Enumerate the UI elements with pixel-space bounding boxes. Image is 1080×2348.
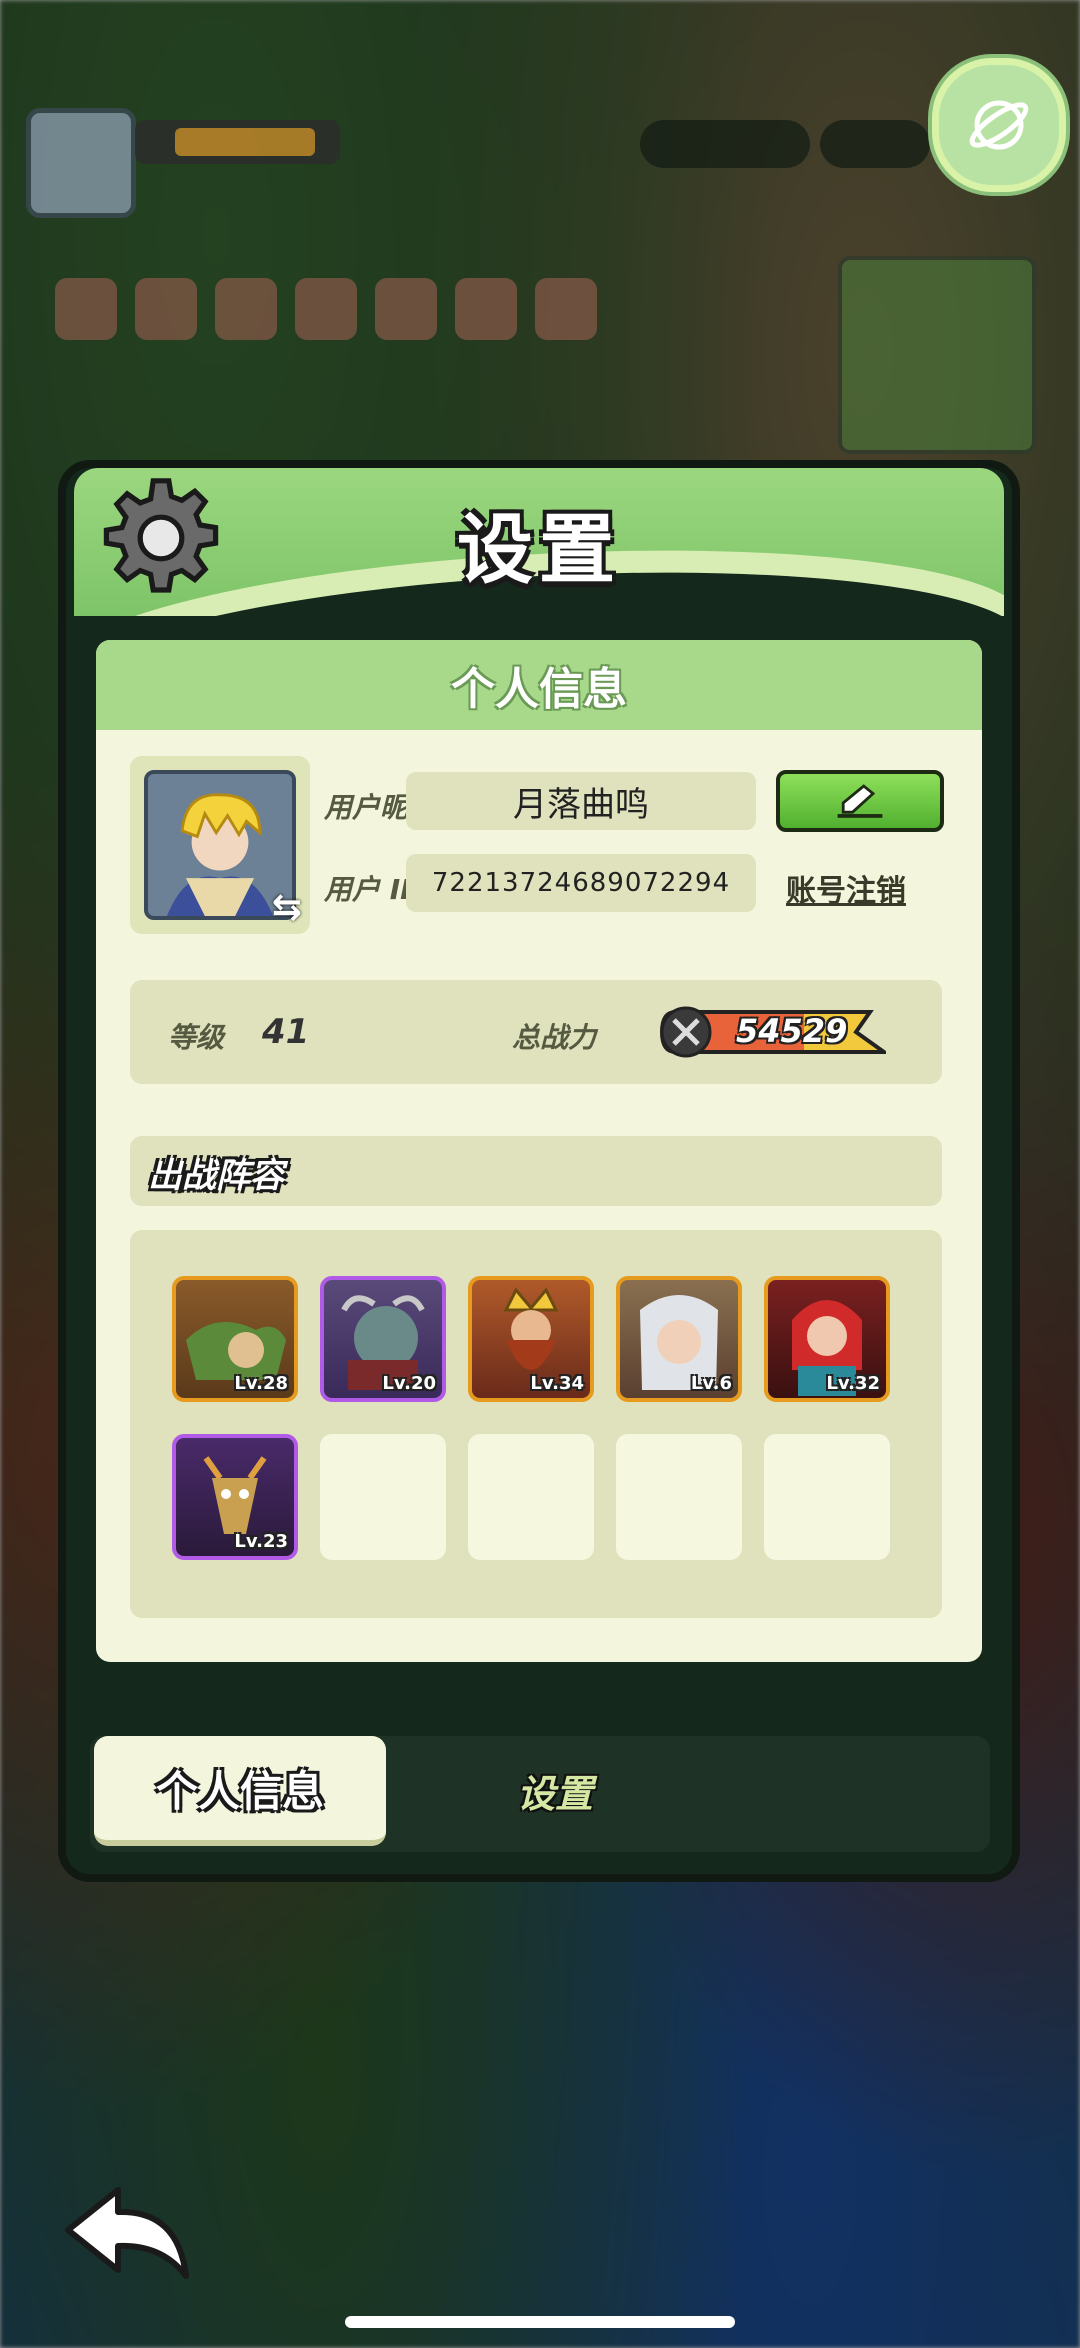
hud-power-bar	[135, 120, 340, 164]
hud-avatar	[26, 108, 136, 218]
pencil-icon	[837, 784, 883, 818]
hero-slot-3[interactable]: Lv.34	[468, 1276, 594, 1402]
tab-personal-info[interactable]: 个人信息	[94, 1736, 386, 1846]
nickname-field: 月落曲鸣	[406, 772, 756, 830]
edit-nickname-button[interactable]	[776, 770, 944, 832]
lineup-title: 出战阵容	[148, 1156, 284, 1196]
hud-gold-counter	[820, 120, 930, 168]
empty-hero-slot[interactable]	[468, 1434, 594, 1560]
hero-slot-1[interactable]: Lv.28	[172, 1276, 298, 1402]
planet-icon	[969, 100, 1029, 150]
delete-account-link[interactable]: 账号注销	[786, 866, 906, 910]
avatar-frame[interactable]: ⇆	[130, 756, 310, 934]
level-value: 41	[262, 1012, 310, 1052]
back-arrow-icon[interactable]	[58, 2180, 198, 2290]
hud-event-icons	[55, 278, 597, 340]
swap-icon[interactable]: ⇆	[272, 887, 302, 928]
hero-slot-2[interactable]: Lv.20	[320, 1276, 446, 1402]
empty-hero-slot[interactable]	[764, 1434, 890, 1560]
empty-hero-slot[interactable]	[616, 1434, 742, 1560]
power-value: 54529	[736, 1012, 848, 1050]
hud-minimap	[838, 256, 1036, 454]
hero-slot-4[interactable]: Lv.6	[616, 1276, 742, 1402]
hero-slot-6[interactable]: Lv.23	[172, 1434, 298, 1560]
hud-gem-counter	[640, 120, 810, 168]
user-id-field: 72213724689072294	[406, 854, 756, 912]
personal-info-panel: 个人信息 ⇆ 用户昵称 月落曲鸣 用户 ID 72213724689072294…	[96, 640, 982, 1662]
level-label: 等级	[168, 1021, 225, 1054]
home-indicator[interactable]	[345, 2316, 735, 2328]
planet-button[interactable]	[932, 58, 1066, 192]
power-label: 总战力	[512, 1021, 597, 1054]
panel-header: 个人信息	[96, 640, 982, 730]
tab-settings[interactable]: 设置	[470, 1760, 640, 1820]
hero-slot-5[interactable]: Lv.32	[764, 1276, 890, 1402]
empty-hero-slot[interactable]	[320, 1434, 446, 1560]
modal-title: 设置	[457, 505, 621, 594]
